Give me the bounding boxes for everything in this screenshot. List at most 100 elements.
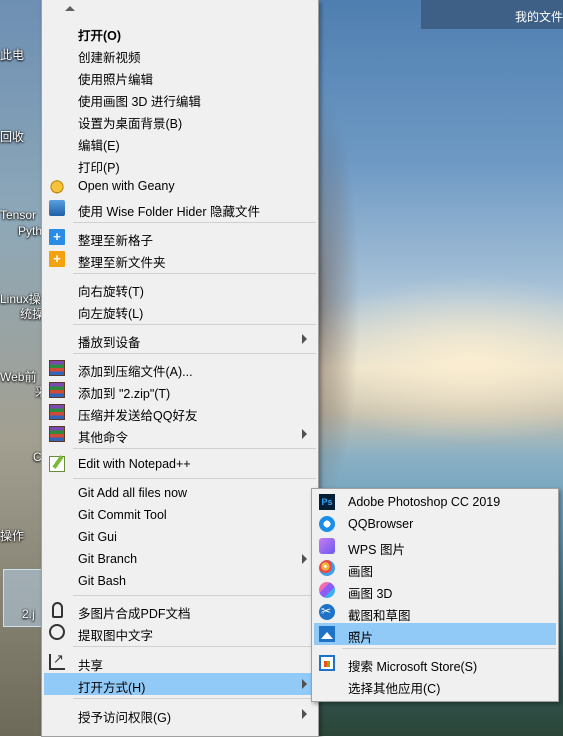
menu-item-add-to-zip[interactable]: 添加到 "2.zip"(T) bbox=[44, 379, 316, 401]
menu-item-label: 创建新视频 bbox=[78, 51, 141, 65]
menu-item-organize-new-folder[interactable]: + 整理至新文件夹 bbox=[44, 248, 316, 270]
menu-item-open[interactable]: 打开(O) bbox=[44, 21, 316, 43]
menu-item-share[interactable]: 共享 bbox=[44, 651, 316, 673]
submenu-separator bbox=[342, 648, 556, 649]
submenu-item-label: 选择其他应用(C) bbox=[348, 682, 441, 696]
share-icon bbox=[49, 651, 65, 670]
plus-box-orange-icon: + bbox=[49, 251, 65, 267]
menu-item-label: 添加到压缩文件(A)... bbox=[78, 365, 193, 379]
menu-item-git-add-all[interactable]: Git Add all files now bbox=[44, 482, 316, 504]
menu-item-edit[interactable]: 编辑(E) bbox=[44, 131, 316, 153]
menu-item-print[interactable]: 打印(P) bbox=[44, 153, 316, 175]
menu-item-edit-with-paint3d[interactable]: 使用画图 3D 进行编辑 bbox=[44, 87, 316, 109]
menu-item-label: Git Bash bbox=[78, 574, 126, 588]
menu-item-wise-folder-hider[interactable]: 使用 Wise Folder Hider 隐藏文件 bbox=[44, 197, 316, 219]
submenu-item-search-store[interactable]: 搜索 Microsoft Store(S) bbox=[314, 652, 556, 674]
menu-item-label: 向右旋转(T) bbox=[78, 285, 144, 299]
desktop-icon-label[interactable]: 操作 bbox=[0, 527, 24, 544]
menu-item-label: 提取图中文字 bbox=[78, 629, 154, 643]
submenu-item-choose-other-app[interactable]: 选择其他应用(C) bbox=[314, 674, 556, 696]
photoshop-icon: Ps bbox=[319, 494, 335, 510]
menu-separator bbox=[73, 273, 316, 274]
menu-item-label: Git Gui bbox=[78, 530, 117, 544]
menu-item-label: 打开(O) bbox=[78, 29, 122, 43]
submenu-item-label: 截图和草图 bbox=[348, 609, 411, 623]
geany-icon bbox=[49, 178, 65, 194]
menu-item-grant-access[interactable]: 授予访问权限(G) bbox=[44, 703, 316, 725]
menu-item-rotate-right[interactable]: 向右旋转(T) bbox=[44, 277, 316, 299]
menu-item-set-desktop-background[interactable]: 设置为桌面背景(B) bbox=[44, 109, 316, 131]
menu-item-label: 使用 Wise Folder Hider 隐藏文件 bbox=[78, 205, 260, 219]
submenu-item-label: WPS 图片 bbox=[348, 543, 405, 557]
menu-item-compress-send-qq[interactable]: 压缩并发送给QQ好友 bbox=[44, 401, 316, 423]
menu-item-cast-to-device[interactable]: 播放到设备 bbox=[44, 328, 316, 350]
menu-item-label: Git Add all files now bbox=[78, 486, 188, 500]
menu-item-label: 播放到设备 bbox=[78, 336, 141, 350]
desktop-icon-label[interactable]: Web前 bbox=[0, 368, 36, 385]
submenu-arrow-icon bbox=[302, 679, 307, 689]
snip-sketch-icon bbox=[319, 604, 335, 620]
menu-separator bbox=[73, 353, 316, 354]
notepad-plus-plus-icon bbox=[49, 456, 65, 472]
menu-item-other-commands[interactable]: 其他命令 bbox=[44, 423, 316, 445]
menu-separator bbox=[73, 478, 316, 479]
menu-item-label: 整理至新文件夹 bbox=[78, 256, 166, 270]
menu-item-open-with-geany[interactable]: Open with Geany bbox=[44, 175, 316, 197]
ocr-icon bbox=[49, 624, 65, 640]
submenu-item-paint-3d[interactable]: 画图 3D bbox=[314, 579, 556, 601]
menu-item-label: 其他命令 bbox=[78, 431, 129, 445]
desktop-icon-label[interactable]: 2.j bbox=[22, 607, 35, 621]
menu-item-label: 整理至新格子 bbox=[78, 234, 154, 248]
menu-item-edit-notepadpp[interactable]: Edit with Notepad++ bbox=[44, 453, 316, 475]
menu-item-label: Git Branch bbox=[78, 552, 138, 566]
submenu-arrow-icon bbox=[302, 709, 307, 719]
desktop-icon-label[interactable]: 回收 bbox=[0, 128, 24, 145]
menu-item-organize-new-grid[interactable]: + 整理至新格子 bbox=[44, 226, 316, 248]
menu-item-label: 打开方式(H) bbox=[78, 681, 146, 695]
menu-item-git-gui[interactable]: Git Gui bbox=[44, 526, 316, 548]
scroll-up-arrow-icon[interactable] bbox=[65, 6, 75, 11]
menu-separator bbox=[73, 698, 316, 699]
submenu-item-photos[interactable]: 照片 bbox=[314, 623, 556, 645]
submenu-item-qqbrowser[interactable]: QQBrowser bbox=[314, 513, 556, 535]
submenu-item-wps-image[interactable]: WPS 图片 bbox=[314, 535, 556, 557]
desktop-icon-label[interactable]: 此电 bbox=[0, 46, 24, 63]
menu-item-extract-text[interactable]: 提取图中文字 bbox=[44, 621, 316, 643]
window-title: 我的文件 bbox=[514, 10, 563, 24]
qqbrowser-icon bbox=[319, 516, 335, 532]
submenu-item-label: Adobe Photoshop CC 2019 bbox=[348, 495, 501, 509]
desktop-icon-label[interactable]: Tensor bbox=[0, 208, 36, 222]
menu-item-git-commit-tool[interactable]: Git Commit Tool bbox=[44, 504, 316, 526]
menu-item-add-to-archive[interactable]: 添加到压缩文件(A)... bbox=[44, 357, 316, 379]
menu-item-label: 添加到 "2.zip"(T) bbox=[78, 387, 171, 401]
menu-item-label: Open with Geany bbox=[78, 179, 175, 193]
menu-item-edit-with-photos[interactable]: 使用照片编辑 bbox=[44, 65, 316, 87]
plus-box-icon: + bbox=[49, 229, 65, 245]
desktop-icon-label[interactable]: Pyth bbox=[18, 224, 42, 238]
submenu-item-photoshop[interactable]: Ps Adobe Photoshop CC 2019 bbox=[314, 491, 556, 513]
menu-item-rotate-left[interactable]: 向左旋转(L) bbox=[44, 299, 316, 321]
open-with-submenu: Ps Adobe Photoshop CC 2019 QQBrowser WPS… bbox=[311, 488, 559, 702]
wise-folder-hider-icon bbox=[49, 200, 65, 216]
menu-item-label: 编辑(E) bbox=[78, 139, 120, 153]
menu-item-label: Edit with Notepad++ bbox=[78, 457, 191, 471]
background-window-titlebar[interactable]: 我的文件 bbox=[421, 0, 563, 29]
winrar-icon bbox=[49, 404, 65, 420]
microsoft-store-icon bbox=[319, 655, 335, 671]
menu-item-merge-images-pdf[interactable]: 多图片合成PDF文档 bbox=[44, 599, 316, 621]
menu-item-git-bash[interactable]: Git Bash bbox=[44, 570, 316, 592]
menu-item-git-branch[interactable]: Git Branch bbox=[44, 548, 316, 570]
photos-icon bbox=[319, 626, 335, 642]
submenu-item-label: 画图 bbox=[348, 565, 374, 579]
menu-item-label: 多图片合成PDF文档 bbox=[78, 607, 191, 621]
menu-item-label: 设置为桌面背景(B) bbox=[78, 117, 183, 131]
menu-separator bbox=[73, 646, 316, 647]
menu-item-open-with[interactable]: 打开方式(H) bbox=[44, 673, 316, 695]
submenu-item-label: QQBrowser bbox=[348, 517, 414, 531]
submenu-arrow-icon bbox=[302, 554, 307, 564]
menu-item-create-video[interactable]: 创建新视频 bbox=[44, 43, 316, 65]
submenu-item-label: 搜索 Microsoft Store(S) bbox=[348, 660, 478, 674]
submenu-item-paint[interactable]: 画图 bbox=[314, 557, 556, 579]
submenu-item-snip-sketch[interactable]: 截图和草图 bbox=[314, 601, 556, 623]
menu-item-label: 向左旋转(L) bbox=[78, 307, 144, 321]
